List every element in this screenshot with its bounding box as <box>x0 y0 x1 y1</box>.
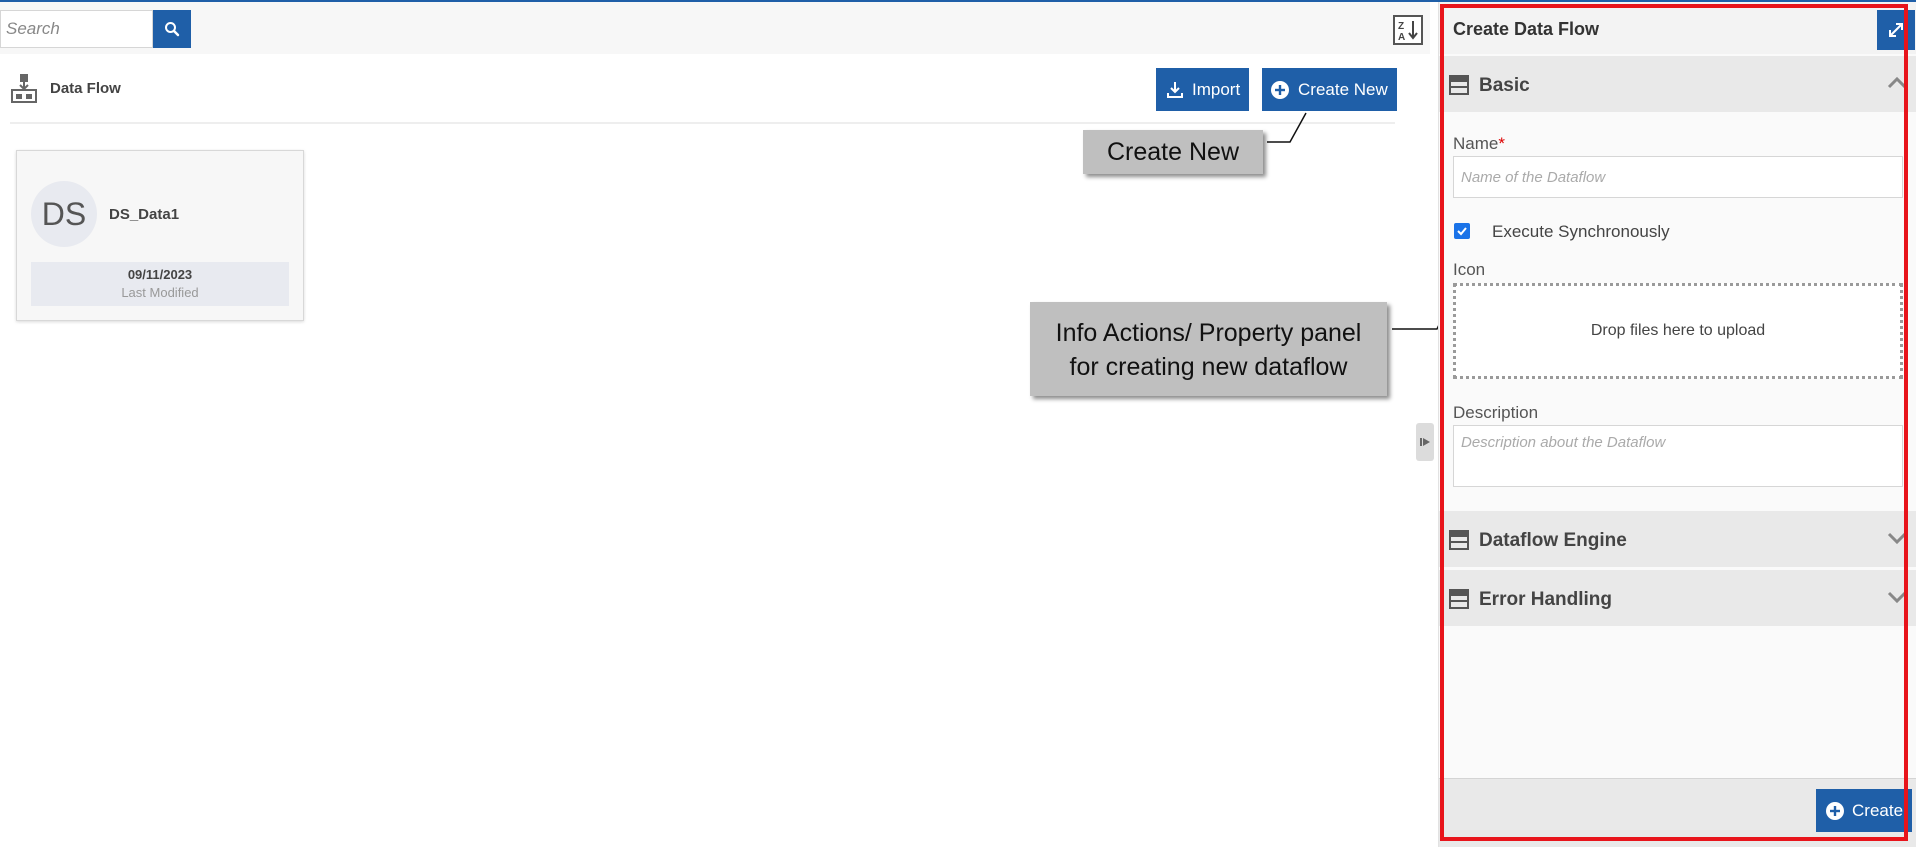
section-icon <box>1449 530 1469 550</box>
chevron-down-icon <box>1887 532 1907 545</box>
card-name: DS_Data1 <box>109 206 180 223</box>
section-dataflow-engine[interactable]: Dataflow Engine <box>1439 511 1916 567</box>
execute-sync-checkbox[interactable] <box>1454 223 1470 239</box>
expand-icon <box>1889 23 1903 37</box>
import-button[interactable]: Import <box>1156 68 1249 111</box>
icon-label: Icon <box>1453 260 1486 279</box>
section-icon <box>1449 589 1469 609</box>
search-icon <box>165 22 180 37</box>
section-basic-label: Basic <box>1479 75 1530 96</box>
execute-sync-label: Execute Synchronously <box>1492 222 1670 241</box>
svg-text:Z: Z <box>1398 21 1404 32</box>
card-date-label: Last Modified <box>121 285 199 300</box>
search-bar: Z A <box>0 2 1430 54</box>
callout-info-panel: Info Actions/ Property panel for creatin… <box>1030 302 1387 396</box>
plus-circle-icon <box>1271 80 1289 99</box>
checkmark-icon <box>1457 227 1467 236</box>
svg-text:A: A <box>1398 32 1405 42</box>
chevron-down-icon <box>1887 591 1907 604</box>
search-input[interactable] <box>0 10 153 48</box>
dataflow-icon <box>11 74 37 103</box>
search-button[interactable] <box>153 10 191 48</box>
panel-header: Create Data Flow <box>1439 2 1916 54</box>
header-divider <box>10 122 1395 124</box>
name-label-text: Name <box>1453 134 1499 153</box>
card-footer: 09/11/2023 Last Modified <box>31 262 289 306</box>
section-error-handling[interactable]: Error Handling <box>1439 570 1916 626</box>
sort-az-icon[interactable]: Z A <box>1393 15 1423 45</box>
panel-title: Create Data Flow <box>1453 19 1600 39</box>
name-field[interactable] <box>1453 156 1903 198</box>
create-button[interactable]: Create <box>1816 789 1912 832</box>
icon-dropzone[interactable]: Drop files here to upload <box>1453 283 1903 379</box>
panel-footer: Create <box>1439 778 1916 847</box>
section-basic[interactable]: Basic <box>1439 56 1916 112</box>
expand-button[interactable] <box>1877 10 1915 50</box>
card-date: 09/11/2023 <box>127 267 193 282</box>
section-icon <box>1449 75 1469 95</box>
collapse-panel-handle[interactable] <box>1416 423 1434 461</box>
plus-circle-icon <box>1826 801 1844 820</box>
create-new-button[interactable]: Create New <box>1262 68 1397 111</box>
collapse-panel-icon <box>1420 438 1430 446</box>
required-marker: * <box>1498 134 1505 153</box>
create-new-button-label: Create New <box>1298 79 1388 99</box>
dataflow-card[interactable]: DS DS_Data1 09/11/2023 Last Modified <box>16 150 304 321</box>
chevron-up-icon <box>1887 76 1907 89</box>
section-error-label: Error Handling <box>1479 589 1613 610</box>
property-panel: Create Data Flow Basic Name* Execute Syn… <box>1438 2 1916 847</box>
avatar: DS <box>31 181 97 247</box>
create-button-label: Create <box>1852 800 1904 820</box>
callout-info-line-1: Info Actions/ Property panel <box>1055 319 1362 347</box>
callout-info-line-2: for creating new dataflow <box>1069 353 1348 381</box>
name-label: Name* <box>1453 134 1505 154</box>
page-title: Data Flow <box>50 80 121 97</box>
import-icon <box>1167 81 1183 98</box>
description-field[interactable] <box>1453 425 1903 487</box>
section-engine-label: Dataflow Engine <box>1479 530 1627 551</box>
callout-create-new: Create New <box>1083 130 1263 174</box>
import-button-label: Import <box>1192 79 1241 99</box>
description-label: Description <box>1453 403 1539 422</box>
